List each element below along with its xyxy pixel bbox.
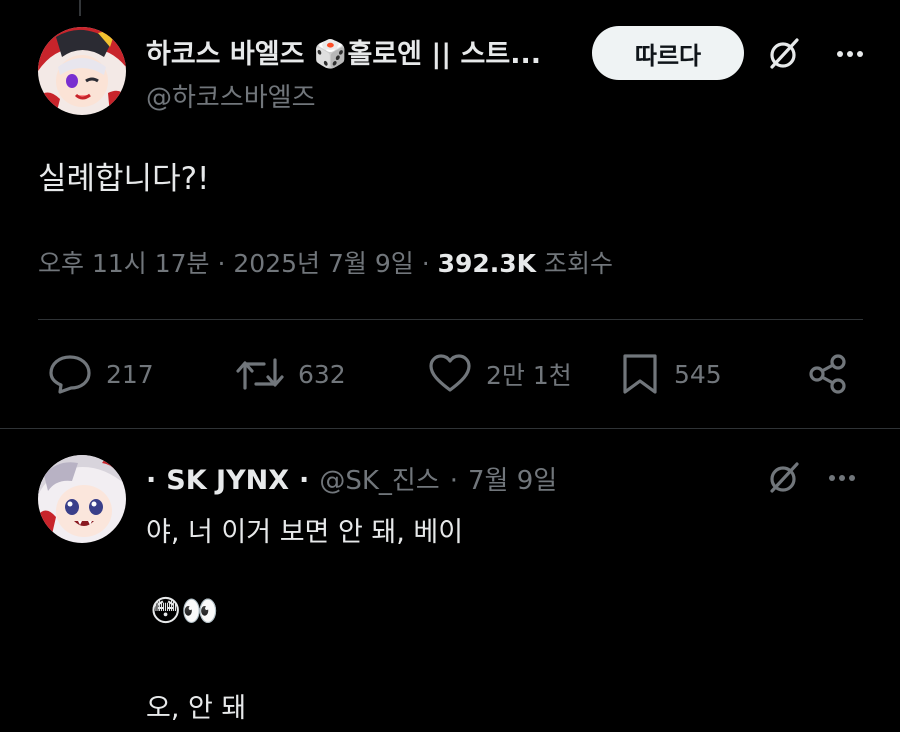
follow-button[interactable]: 따르다 — [592, 26, 744, 80]
meta-separator: · — [421, 249, 430, 278]
tweet-time[interactable]: 오후 11시 17분 — [38, 249, 210, 278]
reply-date[interactable]: 7월 9일 — [468, 460, 557, 497]
like-icon — [429, 354, 471, 392]
meta-separator: · — [217, 249, 226, 278]
share-icon — [809, 354, 846, 394]
dice-emoji: 🎲 — [313, 39, 348, 70]
reply-handle[interactable]: @SK_진스 — [319, 460, 439, 497]
reply-header: · SK JYNX · @SK_진스 · 7월 9일 — [146, 460, 557, 497]
reply-count: 217 — [106, 359, 154, 389]
reply-avatar[interactable] — [38, 455, 126, 543]
bookmark-icon — [623, 354, 657, 394]
views-count: 392.3K — [437, 249, 537, 278]
repost-icon — [236, 358, 284, 390]
more-icon[interactable] — [826, 30, 874, 78]
bookmark-count: 545 — [674, 359, 722, 389]
reply-display-name[interactable]: SK JYNX — [166, 465, 289, 496]
reply-text-line: 야, 너 이거 보면 안 돼, 베이 — [146, 517, 464, 548]
reply-avatar-image — [38, 455, 126, 543]
reply-text-line: 오, 안 돼 — [146, 693, 247, 724]
tweet-meta: 오후 11시 17분 · 2025년 7월 9일 · 392.3K 조회수 — [38, 244, 613, 280]
reply-icon — [49, 355, 91, 394]
like-button[interactable]: 2만 1천 — [428, 354, 572, 394]
more-icon[interactable] — [818, 454, 866, 502]
bookmark-button[interactable]: 545 — [620, 352, 722, 396]
grok-icon[interactable] — [760, 454, 808, 502]
reply-prefix-dot: · — [146, 465, 157, 496]
tweet-date[interactable]: 2025년 7월 9일 — [233, 249, 413, 278]
divider — [38, 319, 863, 320]
tweet-text: 실례합니다?! — [38, 161, 210, 197]
display-name-rest: 홀로엔 || 스트... — [347, 39, 541, 70]
reply-button[interactable]: 217 — [48, 354, 154, 394]
avatar[interactable] — [38, 27, 126, 115]
repost-count: 632 — [298, 359, 346, 389]
repost-button[interactable]: 632 — [236, 354, 346, 394]
like-count: 2만 1천 — [486, 361, 572, 390]
thread-line — [79, 0, 81, 16]
avatar-image — [38, 27, 126, 115]
reply-emoji-line: 😳👀 — [150, 594, 219, 629]
views-label: 조회수 — [544, 249, 614, 278]
display-name[interactable]: 하코스 바엘즈 🎲홀로엔 || 스트... — [146, 32, 541, 71]
reply-suffix-dot: · — [299, 465, 310, 496]
divider — [0, 428, 900, 429]
reply-separator: · — [449, 466, 458, 496]
display-name-text: 하코스 바엘즈 — [146, 39, 305, 70]
share-button[interactable] — [804, 350, 852, 398]
handle[interactable]: @하코스바엘즈 — [146, 77, 316, 114]
grok-icon[interactable] — [760, 30, 808, 78]
